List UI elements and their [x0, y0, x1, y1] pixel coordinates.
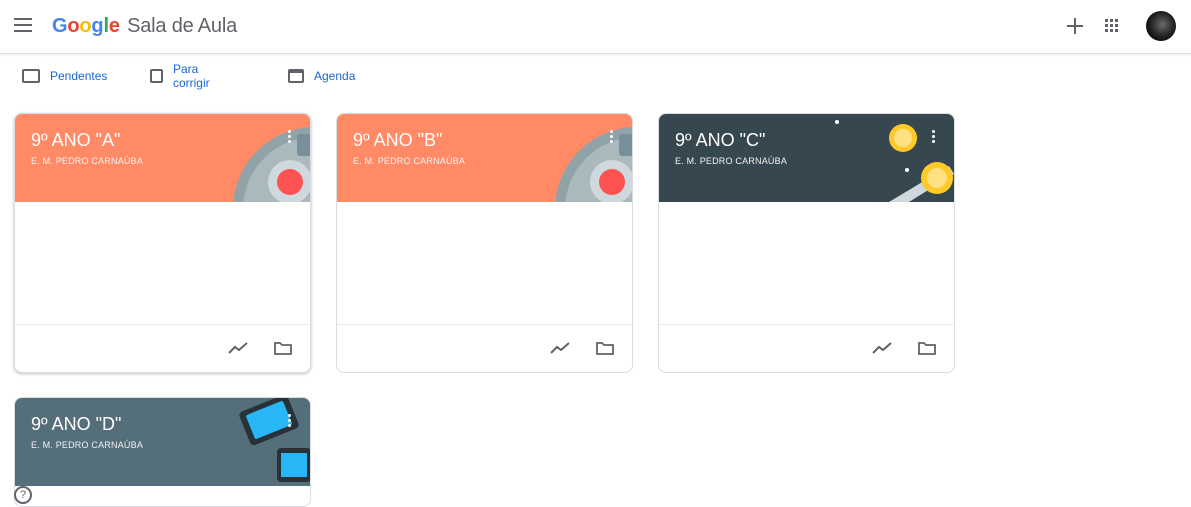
- class-banner: 9º ANO "D" E. M. PEDRO CARNAÚBA: [15, 398, 310, 486]
- class-card[interactable]: 9º ANO "C" E. M. PEDRO CARNAÚBA: [658, 113, 955, 373]
- more-options-icon[interactable]: [608, 130, 614, 146]
- avatar[interactable]: [1146, 11, 1176, 41]
- product-name: Sala de Aula: [127, 15, 238, 37]
- plus-icon[interactable]: [1062, 13, 1088, 39]
- nav-pendentes[interactable]: Pendentes: [22, 65, 107, 87]
- class-card[interactable]: 9º ANO "A" E. M. PEDRO CARNAÚBA: [14, 113, 311, 373]
- top-app-bar: Google Sala de Aula: [0, 0, 1191, 54]
- class-title[interactable]: 9º ANO "B": [353, 130, 442, 151]
- class-subtitle: E. M. PEDRO CARNAÚBA: [31, 156, 144, 166]
- more-options-icon[interactable]: [930, 130, 936, 146]
- nav-label: Para corrigir: [172, 62, 210, 90]
- class-title[interactable]: 9º ANO "D": [31, 414, 121, 435]
- nav-agenda[interactable]: Agenda: [288, 65, 355, 87]
- class-card[interactable]: 9º ANO "D" E. M. PEDRO CARNAÚBA: [14, 397, 311, 507]
- class-banner: 9º ANO "C" E. M. PEDRO CARNAÚBA: [659, 114, 954, 202]
- class-title[interactable]: 9º ANO "A": [31, 130, 120, 151]
- logo-letter: g: [91, 15, 104, 37]
- calendar-icon: [288, 69, 304, 83]
- folder-icon[interactable]: [918, 341, 936, 355]
- folder-icon[interactable]: [274, 341, 292, 355]
- google-wordmark: Google: [52, 15, 125, 37]
- review-icon: [150, 69, 163, 83]
- apps-icon[interactable]: [1105, 19, 1119, 33]
- class-card[interactable]: 9º ANO "B" E. M. PEDRO CARNAÚBA: [336, 113, 633, 373]
- card-footer: [15, 324, 310, 372]
- class-banner: 9º ANO "A" E. M. PEDRO CARNAÚBA: [15, 114, 310, 202]
- nav-label: Agenda: [314, 69, 356, 83]
- logo-letter: G: [52, 15, 68, 37]
- help-icon[interactable]: ?: [14, 486, 32, 504]
- trending-icon[interactable]: [228, 341, 248, 355]
- class-title[interactable]: 9º ANO "C": [675, 130, 765, 151]
- logo-letter: e: [108, 15, 120, 37]
- class-subtitle: E. M. PEDRO CARNAÚBA: [353, 156, 466, 166]
- card-footer: [337, 324, 632, 372]
- card-footer: [659, 324, 954, 372]
- trending-icon[interactable]: [872, 341, 892, 355]
- todo-icon: [22, 69, 40, 83]
- class-banner: 9º ANO "B" E. M. PEDRO CARNAÚBA: [337, 114, 632, 202]
- folder-icon[interactable]: [596, 341, 614, 355]
- nav-para-corrigir[interactable]: Para corrigir: [150, 62, 215, 90]
- more-options-icon[interactable]: [286, 130, 292, 146]
- app-logo[interactable]: Google Sala de Aula: [52, 15, 237, 38]
- class-subtitle: E. M. PEDRO CARNAÚBA: [675, 156, 788, 166]
- more-options-icon[interactable]: [286, 414, 292, 430]
- trending-icon[interactable]: [550, 341, 570, 355]
- menu-icon[interactable]: [14, 18, 32, 34]
- nav-label: Pendentes: [50, 69, 108, 83]
- logo-letter: o: [67, 15, 80, 37]
- logo-letter: o: [79, 15, 92, 37]
- class-subtitle: E. M. PEDRO CARNAÚBA: [31, 440, 144, 450]
